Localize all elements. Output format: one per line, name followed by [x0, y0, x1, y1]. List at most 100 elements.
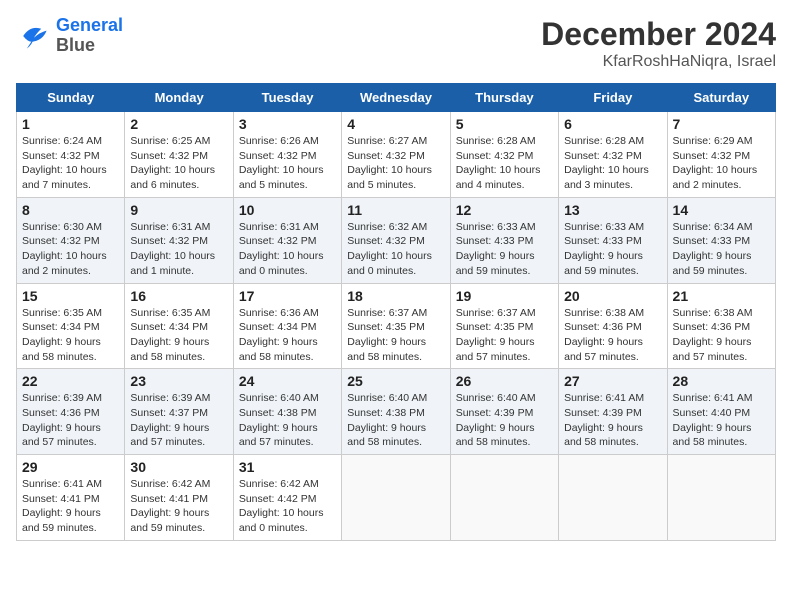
day-info: Sunrise: 6:27 AMSunset: 4:32 PMDaylight:… — [347, 134, 444, 193]
calendar-table: SundayMondayTuesdayWednesdayThursdayFrid… — [16, 83, 776, 541]
calendar-header-friday: Friday — [559, 84, 667, 112]
day-number: 16 — [130, 288, 227, 304]
day-number: 5 — [456, 116, 553, 132]
day-number: 25 — [347, 373, 444, 389]
month-title: December 2024 — [541, 16, 776, 53]
calendar-header-sunday: Sunday — [17, 84, 125, 112]
calendar-cell: 19Sunrise: 6:37 AMSunset: 4:35 PMDayligh… — [450, 283, 558, 369]
day-number: 29 — [22, 459, 119, 475]
day-info: Sunrise: 6:37 AMSunset: 4:35 PMDaylight:… — [347, 306, 444, 365]
day-number: 15 — [22, 288, 119, 304]
calendar-cell: 7 Sunrise: 6:29 AMSunset: 4:32 PMDaylight… — [667, 112, 775, 198]
calendar-cell: 12 Sunrise: 6:33 AMSunset: 4:33 PMDayligh… — [450, 197, 558, 283]
day-number: 18 — [347, 288, 444, 304]
day-number: 27 — [564, 373, 661, 389]
calendar-cell: 17 Sunrise: 6:36 AMSunset: 4:34 PMDayligh… — [233, 283, 341, 369]
calendar-header-monday: Monday — [125, 84, 233, 112]
day-number: 30 — [130, 459, 227, 475]
day-info: Sunrise: 6:28 AMSunset: 4:32 PMDaylight:… — [456, 134, 553, 193]
location: KfarRoshHaNiqra, Israel — [541, 53, 776, 71]
calendar-header-row: SundayMondayTuesdayWednesdayThursdayFrid… — [17, 84, 776, 112]
calendar-cell: 9 Sunrise: 6:31 AMSunset: 4:32 PMDaylight… — [125, 197, 233, 283]
calendar-cell: 2 Sunrise: 6:25 AMSunset: 4:32 PMDaylight… — [125, 112, 233, 198]
title-block: December 2024 KfarRoshHaNiqra, Israel — [541, 16, 776, 71]
day-info: Sunrise: 6:28 AMSunset: 4:32 PMDaylight:… — [564, 134, 661, 193]
day-info: Sunrise: 6:41 AMSunset: 4:41 PMDaylight:… — [22, 477, 119, 536]
calendar-cell — [559, 455, 667, 541]
day-info: Sunrise: 6:38 AMSunset: 4:36 PMDaylight:… — [564, 306, 661, 365]
calendar-cell: 10 Sunrise: 6:31 AMSunset: 4:32 PMDayligh… — [233, 197, 341, 283]
day-number: 6 — [564, 116, 661, 132]
day-info: Sunrise: 6:40 AMSunset: 4:39 PMDaylight:… — [456, 391, 553, 450]
day-info: Sunrise: 6:40 AMSunset: 4:38 PMDaylight:… — [239, 391, 336, 450]
day-info: Sunrise: 6:38 AMSunset: 4:36 PMDaylight:… — [673, 306, 770, 365]
day-info: Sunrise: 6:34 AMSunset: 4:33 PMDaylight:… — [673, 220, 770, 279]
day-info: Sunrise: 6:25 AMSunset: 4:32 PMDaylight:… — [130, 134, 227, 193]
day-number: 7 — [673, 116, 770, 132]
day-number: 8 — [22, 202, 119, 218]
logo: GeneralBlue — [16, 16, 123, 56]
calendar-header-wednesday: Wednesday — [342, 84, 450, 112]
calendar-cell: 1 Sunrise: 6:24 AMSunset: 4:32 PMDaylight… — [17, 112, 125, 198]
day-number: 23 — [130, 373, 227, 389]
day-info: Sunrise: 6:31 AMSunset: 4:32 PMDaylight:… — [239, 220, 336, 279]
day-number: 14 — [673, 202, 770, 218]
day-info: Sunrise: 6:41 AMSunset: 4:39 PMDaylight:… — [564, 391, 661, 450]
calendar-cell: 20 Sunrise: 6:38 AMSunset: 4:36 PMDayligh… — [559, 283, 667, 369]
day-number: 9 — [130, 202, 227, 218]
calendar-cell: 31Sunrise: 6:42 AMSunset: 4:42 PMDayligh… — [233, 455, 341, 541]
calendar-cell: 11Sunrise: 6:32 AMSunset: 4:32 PMDayligh… — [342, 197, 450, 283]
calendar-week-5: 29 Sunrise: 6:41 AMSunset: 4:41 PMDayligh… — [17, 455, 776, 541]
day-info: Sunrise: 6:29 AMSunset: 4:32 PMDaylight:… — [673, 134, 770, 193]
day-info: Sunrise: 6:36 AMSunset: 4:34 PMDaylight:… — [239, 306, 336, 365]
calendar-cell: 15 Sunrise: 6:35 AMSunset: 4:34 PMDayligh… — [17, 283, 125, 369]
day-info: Sunrise: 6:37 AMSunset: 4:35 PMDaylight:… — [456, 306, 553, 365]
day-number: 13 — [564, 202, 661, 218]
day-number: 31 — [239, 459, 336, 475]
calendar-cell: 13 Sunrise: 6:33 AMSunset: 4:33 PMDayligh… — [559, 197, 667, 283]
day-number: 4 — [347, 116, 444, 132]
day-info: Sunrise: 6:24 AMSunset: 4:32 PMDaylight:… — [22, 134, 119, 193]
calendar-cell: 25 Sunrise: 6:40 AMSunset: 4:38 PMDayligh… — [342, 369, 450, 455]
calendar-cell: 24 Sunrise: 6:40 AMSunset: 4:38 PMDayligh… — [233, 369, 341, 455]
day-info: Sunrise: 6:33 AMSunset: 4:33 PMDaylight:… — [456, 220, 553, 279]
day-number: 1 — [22, 116, 119, 132]
day-number: 24 — [239, 373, 336, 389]
calendar-week-4: 22Sunrise: 6:39 AMSunset: 4:36 PMDayligh… — [17, 369, 776, 455]
calendar-week-3: 15 Sunrise: 6:35 AMSunset: 4:34 PMDayligh… — [17, 283, 776, 369]
day-info: Sunrise: 6:31 AMSunset: 4:32 PMDaylight:… — [130, 220, 227, 279]
logo-icon — [16, 18, 52, 54]
day-info: Sunrise: 6:26 AMSunset: 4:32 PMDaylight:… — [239, 134, 336, 193]
day-number: 20 — [564, 288, 661, 304]
day-number: 3 — [239, 116, 336, 132]
day-number: 12 — [456, 202, 553, 218]
calendar-cell — [342, 455, 450, 541]
calendar-cell: 16 Sunrise: 6:35 AMSunset: 4:34 PMDayligh… — [125, 283, 233, 369]
calendar-week-2: 8 Sunrise: 6:30 AMSunset: 4:32 PMDaylight… — [17, 197, 776, 283]
calendar-cell: 4 Sunrise: 6:27 AMSunset: 4:32 PMDaylight… — [342, 112, 450, 198]
calendar-cell — [450, 455, 558, 541]
logo-text: GeneralBlue — [56, 16, 123, 56]
day-info: Sunrise: 6:40 AMSunset: 4:38 PMDaylight:… — [347, 391, 444, 450]
day-number: 17 — [239, 288, 336, 304]
day-info: Sunrise: 6:35 AMSunset: 4:34 PMDaylight:… — [130, 306, 227, 365]
day-info: Sunrise: 6:30 AMSunset: 4:32 PMDaylight:… — [22, 220, 119, 279]
day-number: 10 — [239, 202, 336, 218]
calendar-cell — [667, 455, 775, 541]
day-info: Sunrise: 6:32 AMSunset: 4:32 PMDaylight:… — [347, 220, 444, 279]
day-number: 2 — [130, 116, 227, 132]
calendar-cell: 18 Sunrise: 6:37 AMSunset: 4:35 PMDayligh… — [342, 283, 450, 369]
calendar-cell: 6 Sunrise: 6:28 AMSunset: 4:32 PMDaylight… — [559, 112, 667, 198]
day-info: Sunrise: 6:35 AMSunset: 4:34 PMDaylight:… — [22, 306, 119, 365]
calendar-cell: 30Sunrise: 6:42 AMSunset: 4:41 PMDayligh… — [125, 455, 233, 541]
calendar-week-1: 1 Sunrise: 6:24 AMSunset: 4:32 PMDaylight… — [17, 112, 776, 198]
calendar-cell: 3 Sunrise: 6:26 AMSunset: 4:32 PMDaylight… — [233, 112, 341, 198]
calendar-cell: 27 Sunrise: 6:41 AMSunset: 4:39 PMDayligh… — [559, 369, 667, 455]
calendar-header-tuesday: Tuesday — [233, 84, 341, 112]
calendar-cell: 5 Sunrise: 6:28 AMSunset: 4:32 PMDaylight… — [450, 112, 558, 198]
day-number: 28 — [673, 373, 770, 389]
calendar-cell: 21Sunrise: 6:38 AMSunset: 4:36 PMDayligh… — [667, 283, 775, 369]
calendar-cell: 26Sunrise: 6:40 AMSunset: 4:39 PMDayligh… — [450, 369, 558, 455]
day-info: Sunrise: 6:33 AMSunset: 4:33 PMDaylight:… — [564, 220, 661, 279]
page-header: GeneralBlue December 2024 KfarRoshHaNiqr… — [16, 16, 776, 71]
